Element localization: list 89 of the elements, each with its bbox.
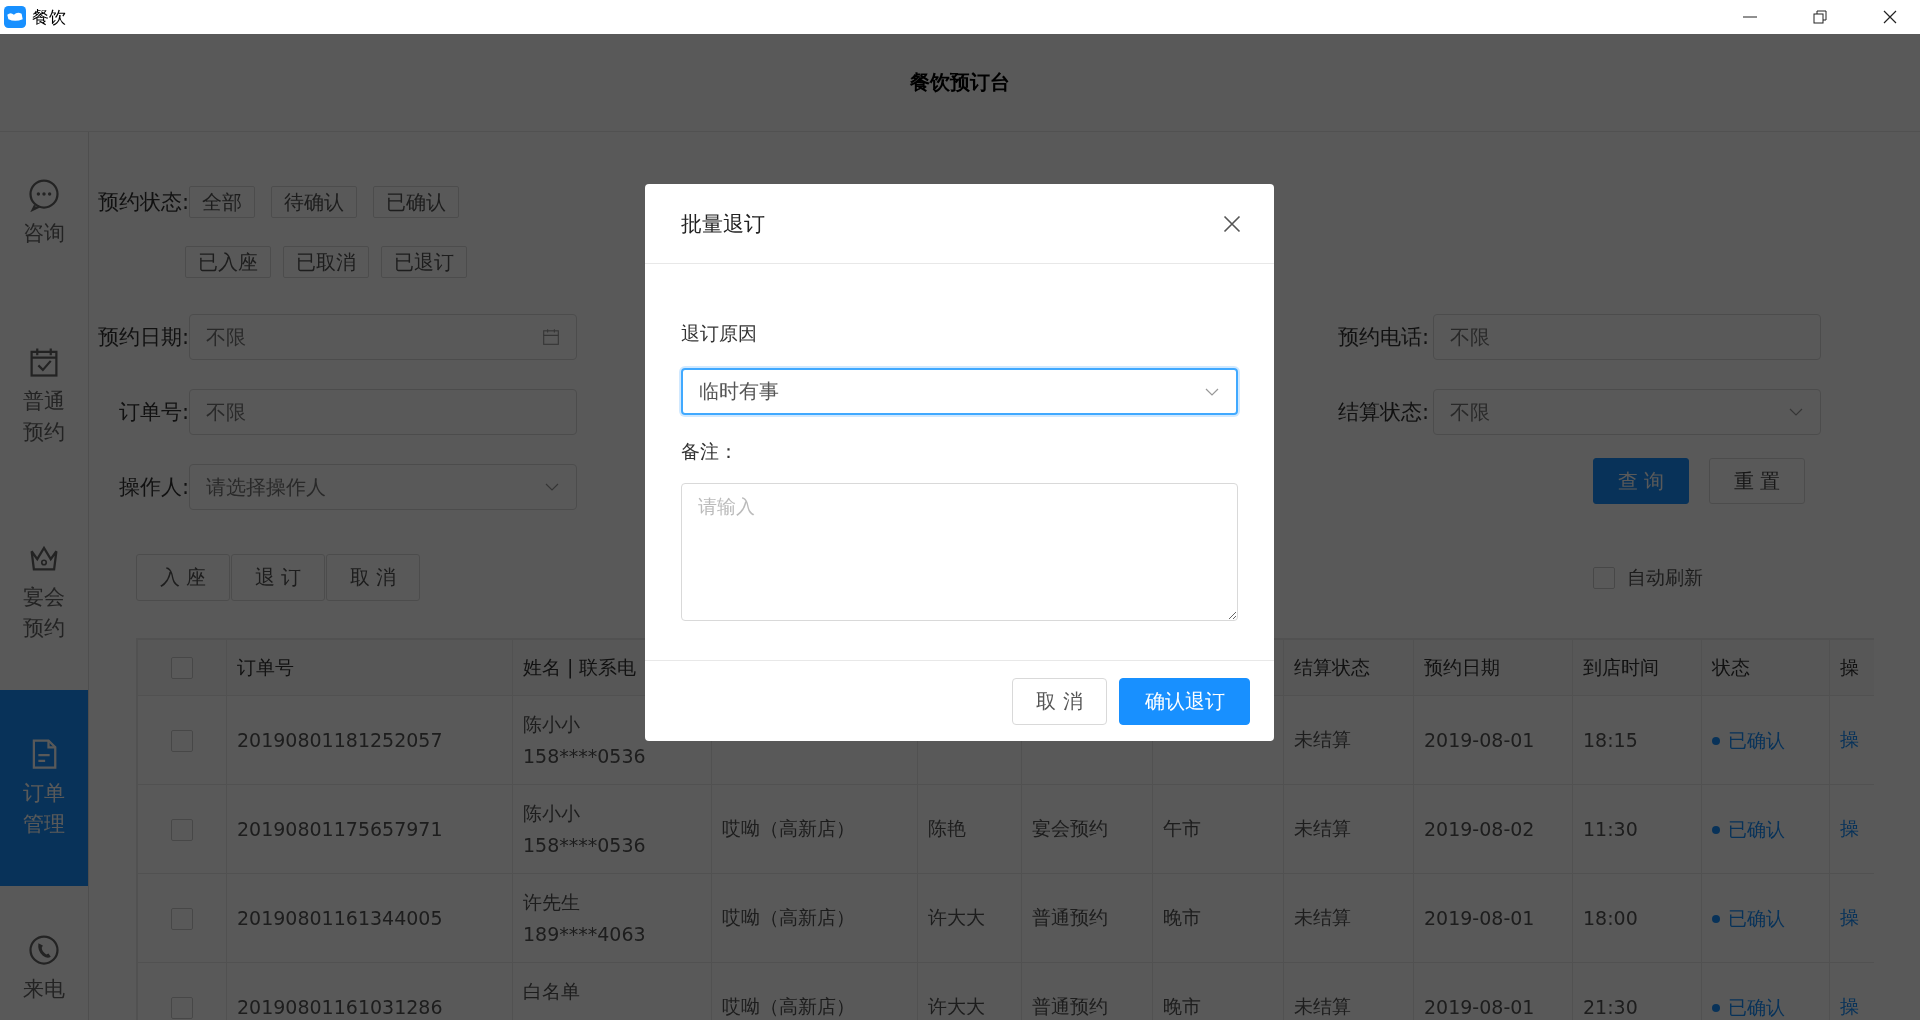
table-cell: 哎呦（高新店） xyxy=(722,995,855,1017)
close-icon xyxy=(1222,213,1242,234)
table-cell: 18:15 xyxy=(1583,729,1638,751)
cancel-button[interactable]: 取 消 xyxy=(1012,677,1107,725)
filter-option[interactable]: 待确认 xyxy=(271,186,357,218)
field-label: 操作人: xyxy=(117,474,189,501)
action-button[interactable]: 取 消 xyxy=(326,554,420,601)
sidebar-item[interactable]: 订单管理 xyxy=(0,690,88,886)
table-cell-text: 158****0536 xyxy=(523,744,647,769)
phone-icon xyxy=(26,932,62,968)
action-link[interactable]: 操 xyxy=(1840,728,1859,750)
note-field[interactable]: 请输入 xyxy=(681,483,1238,621)
table-cell-text: 陈小小 xyxy=(523,801,581,826)
table-cell: 晚市 xyxy=(1163,995,1201,1017)
table-cell: 20190801161344005 xyxy=(237,907,443,929)
table-cell: 20190801181252057 xyxy=(237,729,443,751)
table-cell: 20190801161031286 xyxy=(237,996,443,1018)
table-cell-text: 许先生 xyxy=(523,890,581,915)
table-cell: 晚市 xyxy=(1163,906,1201,928)
status-dot xyxy=(1712,736,1720,745)
action-button[interactable]: 退 订 xyxy=(231,554,325,601)
select-field[interactable]: 临时有事 xyxy=(681,368,1238,415)
close-icon[interactable] xyxy=(1882,9,1898,25)
table-cell: 未结算 xyxy=(1294,906,1351,928)
table-cell: 哎呦（高新店） xyxy=(722,906,855,928)
filter-option[interactable]: 已入座 xyxy=(185,246,271,278)
field-label: 预约状态: xyxy=(96,189,189,216)
table-cell: 哎呦（高新店） xyxy=(722,817,855,839)
status-text: 已确认 xyxy=(1728,994,1785,1020)
table-cell: 普通预约 xyxy=(1032,995,1108,1017)
table-cell: 21:30 xyxy=(1583,996,1638,1018)
filter-option[interactable]: 全部 xyxy=(189,186,255,218)
table-cell: 陈艳 xyxy=(928,817,966,839)
page-title: 餐饮预订台 xyxy=(910,69,1010,96)
dialog-title: 批量退订 xyxy=(681,210,765,238)
field-label: 结算状态: xyxy=(1336,399,1429,426)
status-text: 已确认 xyxy=(1728,816,1785,842)
table-cell-text: 陈小小 xyxy=(523,712,581,737)
table-cell: 未结算 xyxy=(1294,817,1351,839)
column-header: 状态 xyxy=(1712,655,1750,678)
action-link[interactable]: 操 xyxy=(1840,995,1859,1017)
table-cell: 2019-08-02 xyxy=(1424,818,1535,840)
table-cell: 未结算 xyxy=(1294,995,1351,1017)
confirm-button[interactable]: 确认退订 xyxy=(1119,677,1250,725)
action-button[interactable]: 入 座 xyxy=(136,554,230,601)
action-link[interactable]: 操 xyxy=(1840,817,1859,839)
column-header: 到店时间 xyxy=(1583,655,1659,678)
table-cell: 11:30 xyxy=(1583,818,1638,840)
table-cell-text: 白名单 xyxy=(523,979,581,1004)
table-cell: 午市 xyxy=(1163,817,1201,839)
field-label: 退订原因 xyxy=(681,321,758,346)
table-cell: 普通预约 xyxy=(1032,906,1108,928)
status-text: 已确认 xyxy=(1728,905,1785,931)
chat-bubble-icon xyxy=(26,176,62,212)
window-title: 餐饮 xyxy=(32,5,66,29)
table-cell-text: 158****0536 xyxy=(523,833,647,858)
action-link[interactable]: 操 xyxy=(1840,906,1859,928)
field-label: 订单号: xyxy=(117,399,189,426)
checkbox-label: 自动刷新 xyxy=(1627,564,1703,590)
calendar-icon xyxy=(542,328,560,346)
reset-button[interactable]: 重 置 xyxy=(1709,458,1805,504)
table-cell: 许大大 xyxy=(928,995,985,1017)
filter-option[interactable]: 已退订 xyxy=(381,246,467,278)
table-cell: 2019-08-01 xyxy=(1424,729,1535,751)
app-logo-icon xyxy=(4,6,26,28)
status-dot xyxy=(1712,825,1720,834)
search-button[interactable]: 查 询 xyxy=(1593,458,1689,504)
table-cell: 20190801175657971 xyxy=(237,818,443,840)
column-header: 姓名 | 联系电 xyxy=(523,655,637,678)
table-cell: 2019-08-01 xyxy=(1424,907,1535,929)
table-cell: 18:00 xyxy=(1583,907,1638,929)
status-dot xyxy=(1712,914,1720,923)
field-label: 预约电话: xyxy=(1336,324,1429,351)
field-label: 备注： xyxy=(681,439,739,464)
column-header: 预约日期 xyxy=(1424,655,1500,678)
table-cell: 未结算 xyxy=(1294,728,1351,750)
column-header: 操 xyxy=(1840,655,1859,678)
field-label: 预约日期: xyxy=(96,324,189,351)
table-cell: 宴会预约 xyxy=(1032,817,1108,839)
table-cell-text: 189****4063 xyxy=(523,922,647,947)
status-text: 已确认 xyxy=(1728,727,1785,753)
restore-icon[interactable] xyxy=(1812,9,1828,25)
column-header: 结算状态 xyxy=(1294,655,1370,678)
status-dot xyxy=(1712,1003,1720,1012)
column-header: 订单号 xyxy=(237,655,294,678)
table-cell: 许大大 xyxy=(928,906,985,928)
table-cell: 2019-08-01 xyxy=(1424,996,1535,1018)
filter-option[interactable]: 已取消 xyxy=(283,246,369,278)
filter-option[interactable]: 已确认 xyxy=(373,186,459,218)
